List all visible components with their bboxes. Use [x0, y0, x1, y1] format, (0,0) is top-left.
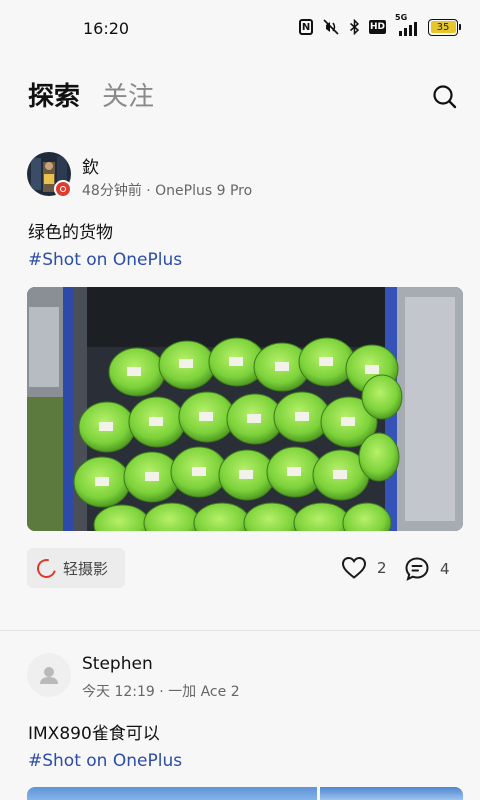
comment-count: 4 — [440, 560, 450, 578]
like-count: 2 — [377, 559, 387, 577]
tab-following[interactable]: 关注 — [102, 76, 154, 113]
comment-button[interactable]: 4 — [404, 556, 450, 582]
post-caption: IMX890雀食可以 — [28, 724, 160, 744]
status-bar: 16:20 N HD 5G 35 — [0, 0, 480, 56]
heart-icon — [341, 556, 367, 579]
status-icons: N HD 5G 35 — [299, 13, 461, 36]
post-meta: 48分钟前 · OnePlus 9 Pro — [82, 183, 253, 199]
post-hashtag[interactable]: #Shot on OnePlus — [28, 250, 182, 270]
battery-icon: 35 — [428, 18, 461, 36]
avatar[interactable] — [27, 653, 71, 697]
light-photography-icon — [33, 555, 60, 581]
status-time: 16:20 — [83, 19, 130, 38]
search-button[interactable] — [432, 84, 458, 110]
post-hashtag[interactable]: #Shot on OnePlus — [28, 751, 182, 771]
post-photo[interactable] — [27, 287, 463, 531]
comment-icon — [405, 557, 429, 581]
post-author[interactable]: Stephen — [82, 654, 153, 674]
5g-signal-icon: 5G — [395, 13, 419, 36]
post-divider — [0, 630, 480, 631]
tab-explore[interactable]: 探索 — [28, 76, 80, 113]
post-meta: 今天 12:19 · 一加 Ace 2 — [82, 684, 240, 700]
like-button[interactable]: 2 — [341, 556, 387, 580]
bluetooth-icon — [349, 18, 360, 36]
battery-level: 35 — [430, 21, 456, 33]
camera-badge-icon — [54, 180, 72, 198]
search-icon — [433, 85, 457, 109]
nfc-icon: N — [299, 19, 313, 35]
post-author[interactable]: 欽 — [82, 153, 99, 178]
tab-bar: 探索 关注 — [28, 76, 154, 113]
post-photo[interactable] — [320, 787, 463, 800]
hd-icon: HD — [369, 20, 386, 34]
mute-vibrate-icon — [322, 18, 340, 36]
post-caption: 绿色的货物 — [28, 223, 113, 243]
light-photography-label: 轻摄影 — [63, 559, 109, 578]
light-photography-button[interactable]: 轻摄影 — [27, 548, 125, 588]
post-photo[interactable] — [27, 787, 317, 800]
